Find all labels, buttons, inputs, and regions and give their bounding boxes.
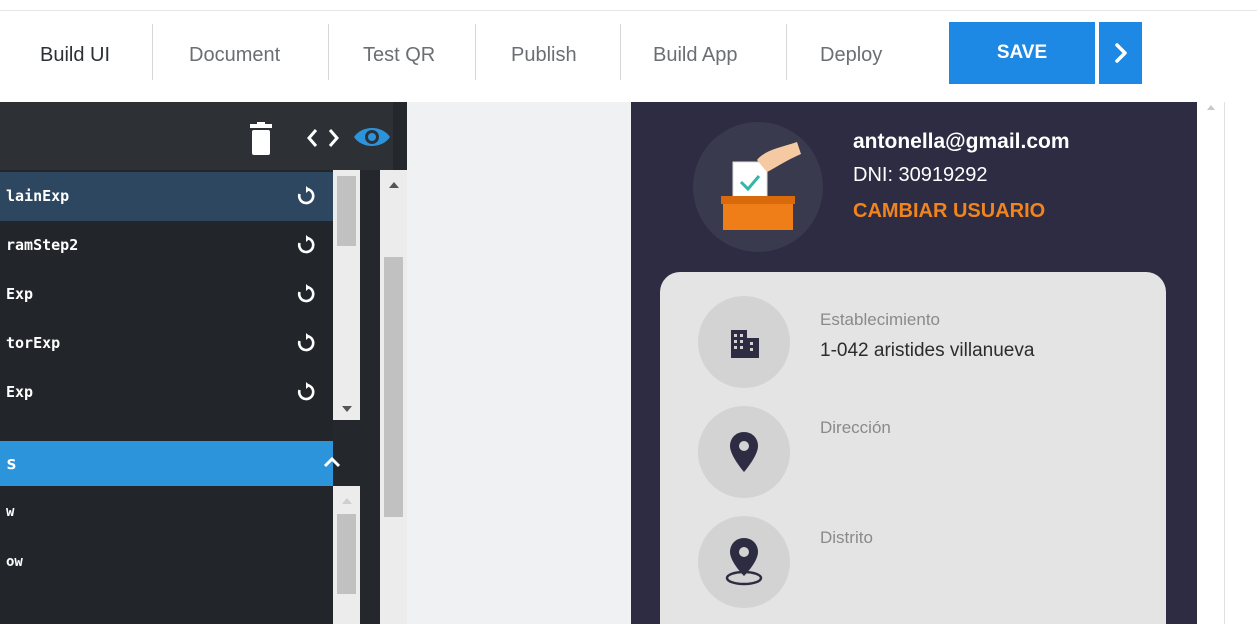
- panel-scrollbar-thumb[interactable]: [384, 257, 403, 517]
- field-icon-circle: [698, 406, 790, 498]
- section-title: s: [6, 453, 17, 474]
- component-panel: lainExp ramStep2 Exp torExp Exp s w ow: [0, 102, 407, 624]
- tab-divider: [152, 24, 153, 80]
- field-label: Establecimiento: [820, 310, 941, 329]
- tab-divider: [786, 24, 787, 80]
- chevron-up-icon[interactable]: [323, 455, 341, 469]
- section-scrollbar-thumb[interactable]: [337, 514, 356, 594]
- tab-divider: [475, 24, 476, 80]
- list-item-label: ramStep2: [6, 236, 79, 254]
- scroll-down-arrow-icon[interactable]: [340, 404, 354, 414]
- avatar: [693, 122, 823, 252]
- field-icon-circle: [698, 516, 790, 608]
- chevron-right-icon: [1114, 43, 1127, 63]
- scroll-up-arrow-icon[interactable]: [340, 496, 354, 506]
- tab-build-ui[interactable]: Build UI: [40, 40, 110, 70]
- section-spacer: [0, 425, 333, 441]
- ballot-box-icon: [721, 142, 801, 230]
- user-dni: DNI: 30919292: [853, 164, 988, 186]
- app-window: Build UI Document Test QR Publish Build …: [0, 0, 1257, 624]
- tab-deploy[interactable]: Deploy: [820, 40, 882, 70]
- refresh-icon[interactable]: [296, 333, 316, 353]
- list-item-label: Exp: [6, 285, 34, 303]
- tab-publish[interactable]: Publish: [511, 40, 577, 70]
- location-pin-icon: [730, 432, 758, 472]
- list-item[interactable]: torExp: [0, 319, 333, 368]
- scroll-up-arrow-icon[interactable]: [1205, 102, 1217, 112]
- change-user-link[interactable]: CAMBIAR USUARIO: [853, 200, 1045, 223]
- refresh-icon[interactable]: [296, 382, 316, 402]
- field-label: Dirección: [820, 418, 891, 437]
- tab-test-qr[interactable]: Test QR: [363, 40, 435, 70]
- next-button[interactable]: [1099, 22, 1142, 84]
- expression-list: lainExp ramStep2 Exp torExp Exp: [0, 170, 333, 425]
- list-item[interactable]: w: [6, 504, 14, 520]
- list-item-label: torExp: [6, 334, 61, 352]
- building-icon: [731, 330, 759, 358]
- toolbar-top-divider: [0, 10, 1257, 11]
- field-value: 1-042 aristides villanueva: [820, 340, 1035, 361]
- list-item-label: Exp: [6, 383, 34, 401]
- panel-header: [0, 102, 393, 170]
- refresh-icon[interactable]: [296, 186, 316, 206]
- list-item[interactable]: ow: [6, 554, 23, 570]
- preview-scrollbar[interactable]: [1197, 102, 1225, 624]
- user-email: antonella@gmail.com: [853, 130, 1070, 153]
- info-card: Establecimiento 1-042 aristides villanue…: [660, 272, 1166, 624]
- list-item[interactable]: ramStep2: [0, 221, 333, 270]
- section-header[interactable]: s: [0, 441, 341, 486]
- app-preview: antonella@gmail.com DNI: 30919292 CAMBIA…: [631, 102, 1197, 624]
- save-button[interactable]: SAVE: [949, 22, 1095, 84]
- tab-divider: [620, 24, 621, 80]
- code-icon[interactable]: [307, 128, 339, 148]
- list-item[interactable]: Exp: [0, 270, 333, 319]
- tab-build-app[interactable]: Build App: [653, 40, 738, 70]
- list-item[interactable]: Exp: [0, 368, 333, 417]
- top-toolbar: Build UI Document Test QR Publish Build …: [0, 0, 1257, 102]
- refresh-icon[interactable]: [296, 284, 316, 304]
- right-margin: [1225, 102, 1257, 624]
- list-scrollbar-thumb[interactable]: [337, 176, 356, 246]
- list-item-label: lainExp: [6, 187, 70, 205]
- scroll-up-arrow-icon[interactable]: [387, 180, 401, 190]
- field-label: Distrito: [820, 528, 873, 547]
- section-content: w ow: [0, 486, 333, 624]
- tab-divider: [328, 24, 329, 80]
- refresh-icon[interactable]: [296, 235, 316, 255]
- list-item[interactable]: lainExp: [0, 172, 333, 221]
- field-icon-circle: [698, 296, 790, 388]
- map-pin-icon: [725, 538, 763, 586]
- trash-icon[interactable]: [250, 122, 272, 156]
- eye-icon[interactable]: [352, 124, 392, 150]
- tab-document[interactable]: Document: [189, 40, 280, 70]
